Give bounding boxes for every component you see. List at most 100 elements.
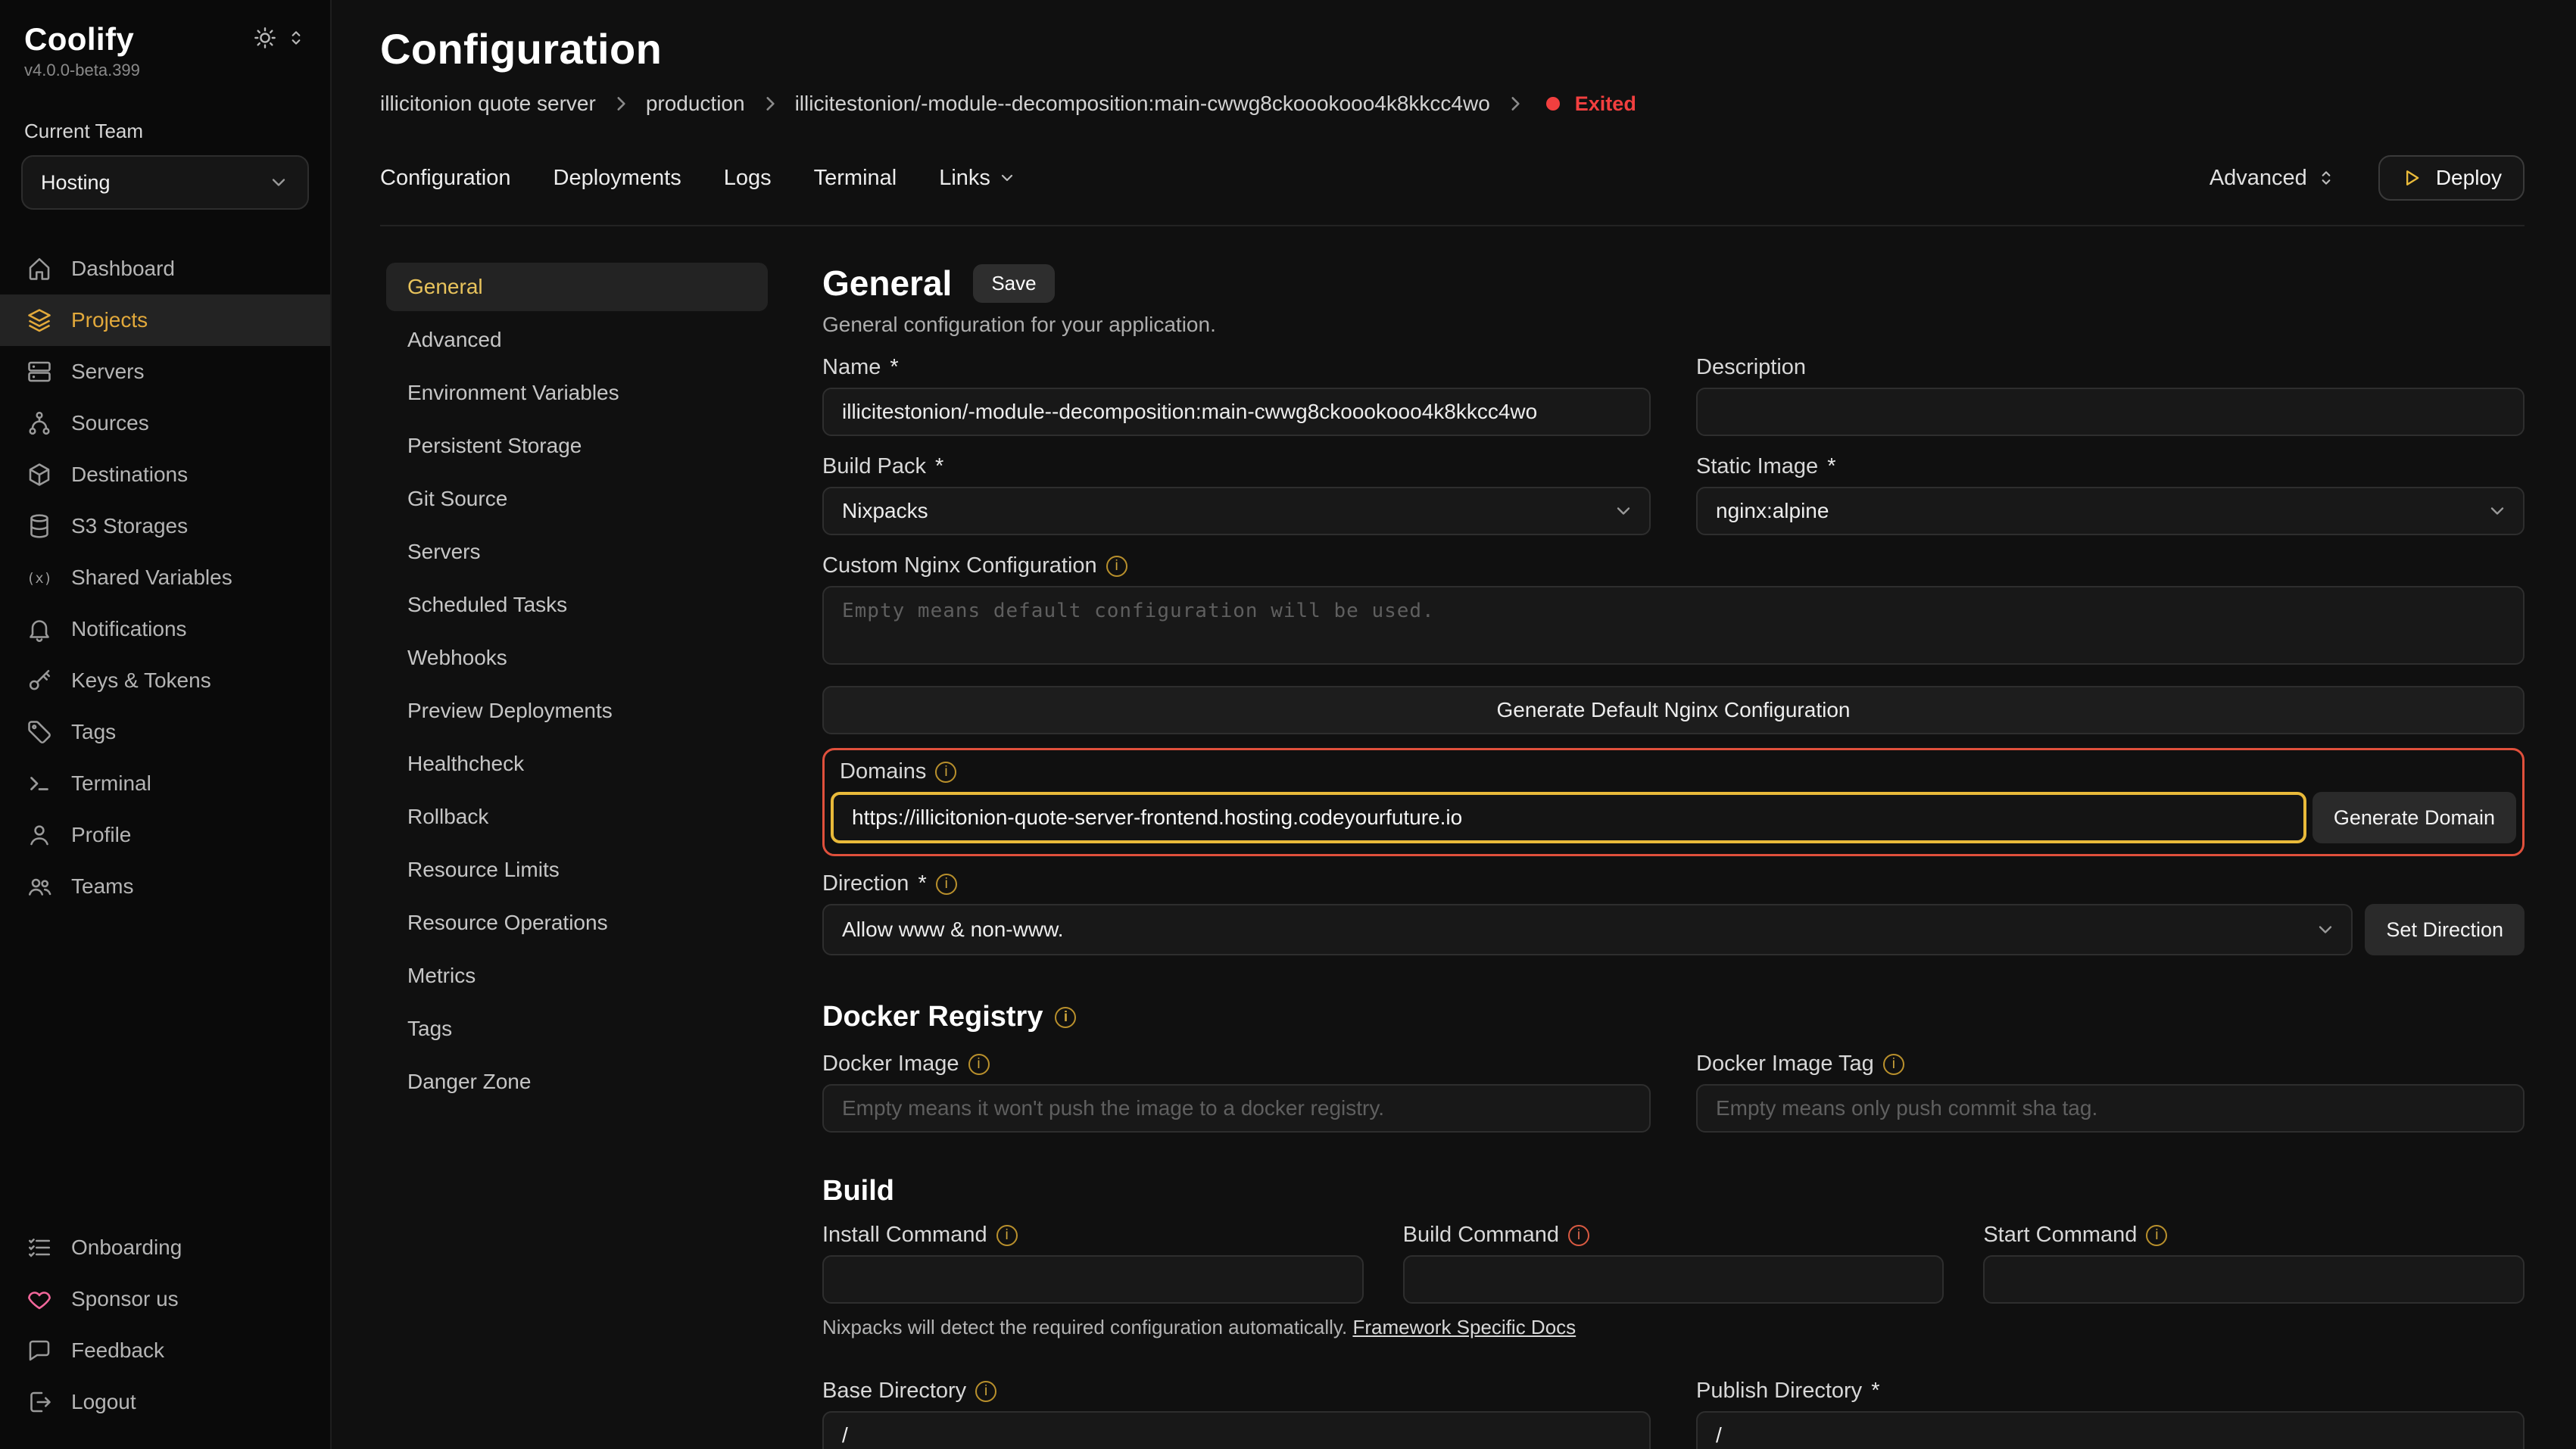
sidebar-item-sources[interactable]: Sources xyxy=(0,397,330,449)
publish-directory-input[interactable] xyxy=(1696,1411,2525,1449)
subnav-item-resource-operations[interactable]: Resource Operations xyxy=(386,899,768,947)
chevrons-up-down-icon[interactable] xyxy=(286,28,306,48)
chevron-down-icon xyxy=(2487,500,2508,522)
info-icon[interactable] xyxy=(936,874,957,895)
save-button[interactable]: Save xyxy=(973,264,1054,303)
sidebar-item-dashboard[interactable]: Dashboard xyxy=(0,243,330,294)
subnav-item-danger-zone[interactable]: Danger Zone xyxy=(386,1058,768,1106)
theme-toggle-sun-icon[interactable] xyxy=(253,26,277,50)
field-custom-nginx: Custom Nginx Configuration xyxy=(822,553,2525,671)
docker-image-input[interactable] xyxy=(822,1084,1651,1133)
sidebar-item-notifications[interactable]: Notifications xyxy=(0,603,330,655)
framework-docs-link[interactable]: Framework Specific Docs xyxy=(1352,1316,1576,1338)
info-icon[interactable] xyxy=(1568,1225,1589,1246)
sidebar-item-tags[interactable]: Tags xyxy=(0,706,330,758)
start-command-input[interactable] xyxy=(1983,1255,2525,1304)
sidebar-item-label: Sponsor us xyxy=(71,1287,179,1311)
sidebar-item-destinations[interactable]: Destinations xyxy=(0,449,330,500)
subnav-item-persistent-storage[interactable]: Persistent Storage xyxy=(386,422,768,470)
heart-icon xyxy=(26,1285,53,1313)
sidebar-item-label: Destinations xyxy=(71,463,188,487)
subnav-item-rollback[interactable]: Rollback xyxy=(386,793,768,841)
subnav-item-environment-variables[interactable]: Environment Variables xyxy=(386,369,768,417)
sidebar-item-teams[interactable]: Teams xyxy=(0,861,330,912)
field-name: Name * xyxy=(822,337,1651,436)
custom-nginx-textarea[interactable] xyxy=(822,586,2525,665)
breadcrumb-environment[interactable]: production xyxy=(646,92,745,116)
sidebar-item-projects[interactable]: Projects xyxy=(0,294,330,346)
tab-links[interactable]: Links xyxy=(939,166,1016,191)
subnav-item-scheduled-tasks[interactable]: Scheduled Tasks xyxy=(386,581,768,629)
page-header: Configuration illicitonion quote server … xyxy=(332,0,2576,226)
subnav-item-resource-limits[interactable]: Resource Limits xyxy=(386,846,768,894)
info-icon[interactable] xyxy=(975,1381,996,1402)
name-input[interactable] xyxy=(822,388,1651,436)
domains-input[interactable] xyxy=(831,792,2306,843)
sidebar-item-keys-tokens[interactable]: Keys & Tokens xyxy=(0,655,330,706)
app-version: v4.0.0-beta.399 xyxy=(0,58,330,80)
breadcrumb-application[interactable]: illicitestonion/-module--decomposition:m… xyxy=(795,92,1490,116)
tab-configuration[interactable]: Configuration xyxy=(380,166,511,191)
subnav-item-servers[interactable]: Servers xyxy=(386,528,768,576)
sidebar-item-shared-variables[interactable]: (x) Shared Variables xyxy=(0,552,330,603)
build-command-input[interactable] xyxy=(1403,1255,1944,1304)
direction-select[interactable]: Allow www & non-www. xyxy=(822,904,2353,955)
info-icon[interactable] xyxy=(1883,1054,1904,1075)
field-build-pack: Build Pack * Nixpacks xyxy=(822,436,1651,535)
info-icon[interactable] xyxy=(996,1225,1018,1246)
required-marker: * xyxy=(1871,1379,1879,1404)
sidebar-item-logout[interactable]: Logout xyxy=(0,1376,330,1428)
tab-logs[interactable]: Logs xyxy=(724,166,772,191)
sidebar-item-feedback[interactable]: Feedback xyxy=(0,1325,330,1376)
logout-icon xyxy=(26,1388,53,1416)
subnav-item-advanced[interactable]: Advanced xyxy=(386,316,768,364)
tab-deployments[interactable]: Deployments xyxy=(554,166,681,191)
variable-icon: (x) xyxy=(26,564,53,591)
chevrons-up-down-icon xyxy=(2316,168,2336,188)
team-select-value: Hosting xyxy=(41,171,111,195)
subnav-item-metrics[interactable]: Metrics xyxy=(386,952,768,1000)
home-icon xyxy=(26,255,53,282)
static-image-select[interactable]: nginx:alpine xyxy=(1696,487,2525,535)
sidebar-item-servers[interactable]: Servers xyxy=(0,346,330,397)
docker-image-tag-input[interactable] xyxy=(1696,1084,2525,1133)
subnav-item-webhooks[interactable]: Webhooks xyxy=(386,634,768,682)
info-icon[interactable] xyxy=(1106,556,1127,577)
team-select[interactable]: Hosting xyxy=(21,155,309,210)
generate-nginx-button[interactable]: Generate Default Nginx Configuration xyxy=(822,686,2525,734)
deploy-button[interactable]: Deploy xyxy=(2378,155,2525,201)
subnav-item-tags[interactable]: Tags xyxy=(386,1005,768,1053)
subnav-item-healthcheck[interactable]: Healthcheck xyxy=(386,740,768,788)
info-icon[interactable] xyxy=(968,1054,990,1075)
box-icon xyxy=(26,461,53,488)
sidebar-item-s3-storages[interactable]: S3 Storages xyxy=(0,500,330,552)
install-command-input[interactable] xyxy=(822,1255,1364,1304)
build-pack-select[interactable]: Nixpacks xyxy=(822,487,1651,535)
base-directory-input[interactable] xyxy=(822,1411,1651,1449)
set-direction-button[interactable]: Set Direction xyxy=(2365,904,2525,955)
sidebar-item-label: Onboarding xyxy=(71,1236,182,1260)
static-image-value: nginx:alpine xyxy=(1716,499,1829,523)
description-input[interactable] xyxy=(1696,388,2525,436)
tag-icon xyxy=(26,718,53,746)
advanced-label: Advanced xyxy=(2210,166,2307,191)
configuration-content: General Advanced Environment Variables P… xyxy=(332,226,2576,1449)
tab-terminal[interactable]: Terminal xyxy=(814,166,897,191)
field-docker-image-tag: Docker Image Tag xyxy=(1696,1033,2525,1133)
generate-domain-button[interactable]: Generate Domain xyxy=(2312,792,2516,843)
subnav-item-general[interactable]: General xyxy=(386,263,768,311)
sidebar-item-onboarding[interactable]: Onboarding xyxy=(0,1222,330,1273)
sidebar-item-sponsor[interactable]: Sponsor us xyxy=(0,1273,330,1325)
info-icon[interactable] xyxy=(2146,1225,2167,1246)
subnav-item-git-source[interactable]: Git Source xyxy=(386,475,768,523)
field-build-command: Build Command xyxy=(1403,1208,1944,1304)
field-start-command: Start Command xyxy=(1983,1208,2525,1304)
info-icon[interactable] xyxy=(935,762,956,783)
breadcrumb-project[interactable]: illicitonion quote server xyxy=(380,92,596,116)
sidebar-item-profile[interactable]: Profile xyxy=(0,809,330,861)
sidebar-item-terminal[interactable]: Terminal xyxy=(0,758,330,809)
subnav-item-preview-deployments[interactable]: Preview Deployments xyxy=(386,687,768,735)
info-icon[interactable] xyxy=(1055,1007,1076,1028)
sidebar-item-label: Dashboard xyxy=(71,257,175,281)
advanced-toggle[interactable]: Advanced xyxy=(2210,166,2336,191)
